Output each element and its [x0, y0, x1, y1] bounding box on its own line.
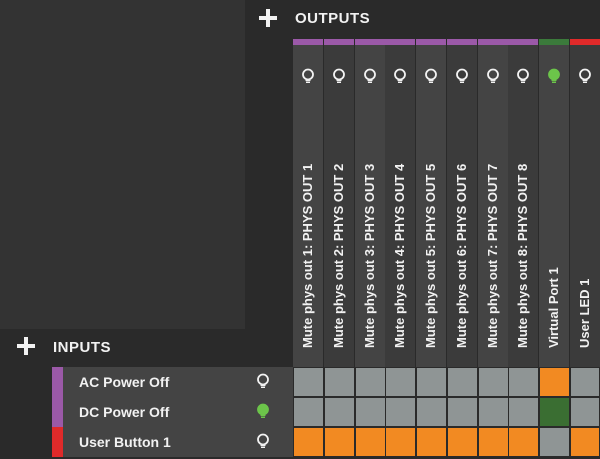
- matrix-cell[interactable]: [386, 368, 415, 396]
- output-column[interactable]: User LED 1: [570, 39, 600, 367]
- matrix-cell[interactable]: [325, 368, 354, 396]
- matrix-cell[interactable]: [356, 428, 385, 456]
- matrix-cell[interactable]: [325, 428, 354, 456]
- matrix-cell[interactable]: [448, 368, 477, 396]
- output-group-bar: [570, 39, 600, 45]
- matrix-cell[interactable]: [325, 398, 354, 426]
- output-column[interactable]: Mute phys out 1: PHYS OUT 1: [293, 39, 323, 367]
- matrix-cell[interactable]: [571, 368, 599, 396]
- matrix-cell[interactable]: [417, 398, 446, 426]
- output-label-text: Mute phys out 5: PHYS OUT 5: [423, 163, 438, 348]
- output-column[interactable]: Mute phys out 6: PHYS OUT 6: [447, 39, 477, 367]
- output-label-text: Mute phys out 2: PHYS OUT 2: [331, 163, 346, 348]
- output-label-text: Mute phys out 4: PHYS OUT 4: [392, 163, 407, 348]
- input-label: User Button 1: [79, 434, 171, 450]
- input-label: DC Power Off: [79, 404, 170, 420]
- matrix-cell[interactable]: [571, 398, 599, 426]
- matrix-cell[interactable]: [386, 428, 415, 456]
- output-label-text: Mute phys out 6: PHYS OUT 6: [454, 163, 469, 348]
- input-row[interactable]: DC Power Off: [52, 397, 293, 427]
- input-row[interactable]: AC Power Off: [52, 367, 293, 397]
- output-label-text: Mute phys out 8: PHYS OUT 8: [515, 163, 530, 348]
- output-group-bar: [355, 39, 385, 45]
- output-column[interactable]: Mute phys out 2: PHYS OUT 2: [324, 39, 354, 367]
- matrix-cell[interactable]: [356, 368, 385, 396]
- lightbulb-icon[interactable]: [255, 433, 271, 451]
- lightbulb-icon[interactable]: [454, 68, 470, 84]
- matrix-cell[interactable]: [448, 398, 477, 426]
- matrix-cell[interactable]: [294, 428, 323, 456]
- lightbulb-icon[interactable]: [362, 68, 378, 84]
- matrix-cell[interactable]: [509, 428, 538, 456]
- output-column[interactable]: Mute phys out 4: PHYS OUT 4: [385, 39, 415, 367]
- outputs-header: OUTPUTS: [295, 10, 371, 27]
- output-column[interactable]: Virtual Port 1: [539, 39, 569, 367]
- matrix-cell[interactable]: [448, 428, 477, 456]
- matrix-cell[interactable]: [509, 398, 538, 426]
- matrix-cell[interactable]: [509, 368, 538, 396]
- matrix-cell[interactable]: [479, 428, 508, 456]
- output-group-bar: [416, 39, 446, 45]
- output-label-text: User LED 1: [577, 278, 592, 348]
- output-label-text: Mute phys out 7: PHYS OUT 7: [485, 163, 500, 348]
- lightbulb-icon[interactable]: [485, 68, 501, 84]
- output-column[interactable]: Mute phys out 8: PHYS OUT 8: [508, 39, 538, 367]
- matrix-cell[interactable]: [540, 428, 569, 456]
- input-row[interactable]: User Button 1: [52, 427, 293, 457]
- matrix-cell[interactable]: [479, 398, 508, 426]
- lightbulb-icon[interactable]: [255, 403, 271, 421]
- output-group-bar: [539, 39, 569, 45]
- lightbulb-icon[interactable]: [423, 68, 439, 84]
- output-group-bar: [508, 39, 538, 45]
- inputs-header: INPUTS: [53, 339, 112, 356]
- lightbulb-icon[interactable]: [331, 68, 347, 84]
- output-column[interactable]: Mute phys out 7: PHYS OUT 7: [478, 39, 508, 367]
- output-column[interactable]: Mute phys out 3: PHYS OUT 3: [355, 39, 385, 367]
- output-group-bar: [385, 39, 415, 45]
- matrix-cell[interactable]: [417, 428, 446, 456]
- matrix-cell[interactable]: [294, 368, 323, 396]
- output-label-text: Mute phys out 1: PHYS OUT 1: [300, 163, 315, 348]
- lightbulb-icon[interactable]: [255, 373, 271, 391]
- matrix-cell[interactable]: [294, 398, 323, 426]
- output-group-bar: [324, 39, 354, 45]
- input-group-bar: [52, 397, 63, 427]
- output-group-bar: [293, 39, 323, 45]
- output-label-text: Virtual Port 1: [546, 267, 561, 348]
- lightbulb-icon[interactable]: [577, 68, 593, 84]
- matrix-cell[interactable]: [540, 398, 569, 426]
- lightbulb-icon[interactable]: [300, 68, 316, 84]
- lightbulb-icon[interactable]: [546, 68, 562, 84]
- output-group-bar: [447, 39, 477, 45]
- matrix-cell[interactable]: [356, 398, 385, 426]
- input-group-bar: [52, 427, 63, 457]
- output-column[interactable]: Mute phys out 5: PHYS OUT 5: [416, 39, 446, 367]
- output-group-bar: [478, 39, 508, 45]
- lightbulb-icon[interactable]: [515, 68, 531, 84]
- matrix-cell[interactable]: [386, 398, 415, 426]
- matrix-cell[interactable]: [540, 368, 569, 396]
- input-group-bar: [52, 367, 63, 397]
- add-input-button[interactable]: [16, 336, 36, 356]
- corner-panel: [0, 0, 245, 329]
- matrix-cell[interactable]: [571, 428, 599, 456]
- matrix-cell[interactable]: [417, 368, 446, 396]
- output-label-text: Mute phys out 3: PHYS OUT 3: [362, 163, 377, 348]
- add-output-button[interactable]: [258, 8, 278, 28]
- lightbulb-icon[interactable]: [392, 68, 408, 84]
- matrix-cell[interactable]: [479, 368, 508, 396]
- input-label: AC Power Off: [79, 374, 170, 390]
